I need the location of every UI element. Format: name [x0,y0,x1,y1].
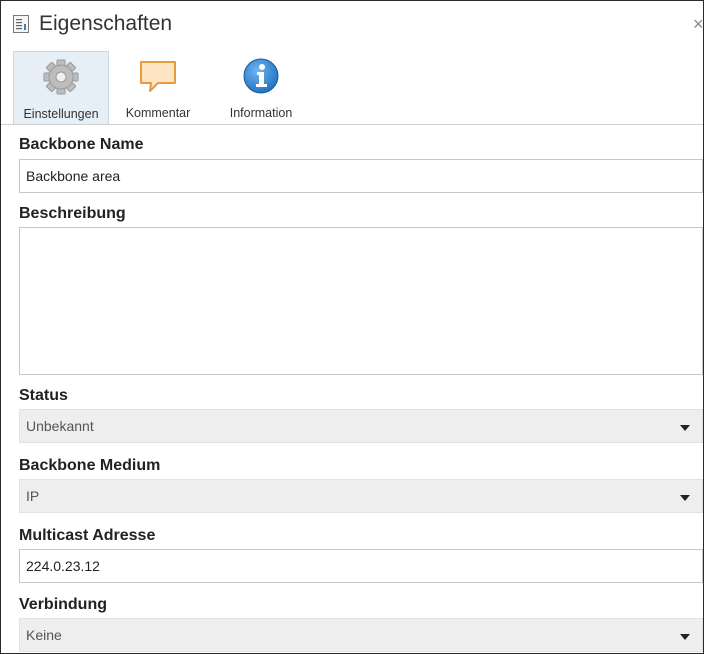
tab-label-einstellungen: Einstellungen [23,107,99,121]
connection-value: Keine [26,627,62,643]
dropdown-arrow-icon [680,425,690,431]
description-textarea[interactable] [19,227,703,375]
backbone-medium-label: Backbone Medium [19,457,161,474]
backbone-medium-select[interactable]: IP [19,479,703,513]
status-value: Unbekannt [26,418,94,434]
multicast-address-input[interactable]: 224.0.23.12 [19,549,703,583]
gear-icon [43,59,79,95]
dropdown-arrow-icon [680,495,690,501]
description-label: Beschreibung [19,205,126,222]
close-icon[interactable]: × [693,14,703,35]
status-select[interactable]: Unbekannt [19,409,703,443]
tab-label-information: Information [229,106,293,120]
properties-document-icon [13,15,29,33]
dropdown-arrow-icon [680,634,690,640]
multicast-address-label: Multicast Adresse [19,527,156,544]
info-icon [243,58,279,94]
connection-label: Verbindung [19,596,107,613]
comment-icon [140,61,176,92]
properties-panel: Eigenschaften × Einstellungen Kommentar … [0,0,704,654]
tab-information[interactable]: Information [211,51,311,124]
title-bar: Eigenschaften × [1,1,703,47]
tab-label-kommentar: Kommentar [125,106,191,120]
tab-kommentar[interactable]: Kommentar [113,51,203,124]
backbone-name-input[interactable]: Backbone area [19,159,703,193]
status-label: Status [19,387,68,404]
backbone-medium-value: IP [26,488,40,504]
tab-einstellungen[interactable]: Einstellungen [13,51,109,124]
connection-select[interactable]: Keine [19,618,703,652]
tab-bar: Einstellungen Kommentar Information [1,51,703,125]
backbone-name-label: Backbone Name [19,136,144,153]
panel-title: Eigenschaften [39,12,173,35]
